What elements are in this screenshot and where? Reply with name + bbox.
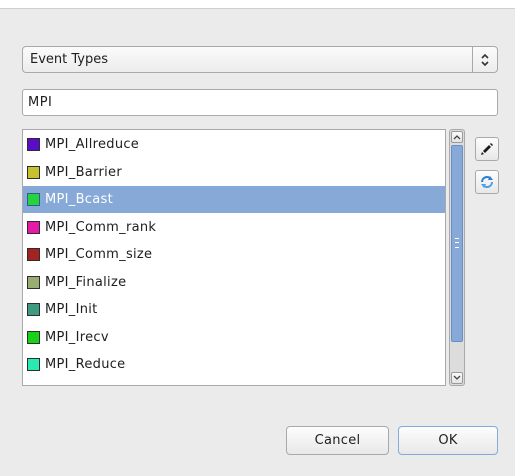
filter-field[interactable] xyxy=(22,89,498,116)
event-list-scrollbar[interactable] xyxy=(449,129,465,386)
event-list-item-label: MPI_Finalize xyxy=(45,274,127,290)
event-list-item-label: MPI_Send xyxy=(45,385,110,386)
scroll-grip xyxy=(455,238,459,248)
color-swatch xyxy=(27,165,40,179)
pencil-icon xyxy=(481,143,493,155)
color-swatch xyxy=(27,303,40,316)
event-list-item[interactable]: MPI_Bcast xyxy=(23,186,445,213)
event-list-item-label: MPI_Init xyxy=(45,302,98,317)
event-list-item[interactable]: MPI_Send xyxy=(23,379,445,387)
event-list-item[interactable]: MPI_Irecv xyxy=(23,324,445,351)
scroll-thumb[interactable] xyxy=(451,145,463,342)
event-type-select[interactable]: Event Types xyxy=(22,46,498,73)
edit-color-button[interactable] xyxy=(475,137,499,161)
reset-colors-button[interactable] xyxy=(475,170,499,194)
color-swatch xyxy=(27,358,40,371)
color-swatch xyxy=(27,193,40,206)
event-list-item-label: MPI_Allreduce xyxy=(45,137,140,152)
event-list-item[interactable]: MPI_Allreduce xyxy=(23,131,445,158)
color-swatch xyxy=(27,248,40,261)
dialog-top-edge xyxy=(0,0,515,9)
color-swatch xyxy=(27,386,40,387)
event-list-item[interactable]: MPI_Reduce xyxy=(23,351,445,378)
filter-input[interactable] xyxy=(23,90,488,115)
up-down-chevron-icon xyxy=(472,47,497,72)
refresh-icon xyxy=(481,176,493,188)
event-list-item-label: MPI_Bcast xyxy=(45,192,113,207)
chevron-down-icon xyxy=(453,375,461,380)
event-list-item[interactable]: MPI_Barrier xyxy=(23,159,445,186)
event-list-item-label: MPI_Irecv xyxy=(45,329,109,345)
event-list-item-label: MPI_Barrier xyxy=(45,164,122,180)
event-list-item-label: MPI_Comm_rank xyxy=(45,219,157,235)
scroll-up-button[interactable] xyxy=(451,131,463,143)
event-list-item[interactable]: MPI_Comm_size xyxy=(23,241,445,268)
color-swatch xyxy=(27,275,40,289)
event-list-item[interactable]: MPI_Finalize xyxy=(23,269,445,296)
event-list-item[interactable]: MPI_Comm_rank xyxy=(23,214,445,241)
event-list[interactable]: MPI_Allreduce MPI_Barrier MPI_Bcast MPI_Com… xyxy=(22,129,446,386)
event-type-select-value: Event Types xyxy=(30,52,109,67)
event-list-item-label: MPI_Comm_size xyxy=(45,247,153,262)
scroll-down-button[interactable] xyxy=(451,372,463,384)
ok-button[interactable]: OK xyxy=(398,426,498,455)
color-swatch xyxy=(27,138,40,151)
event-list-item-label: MPI_Reduce xyxy=(45,357,126,372)
color-swatch xyxy=(27,330,40,344)
cancel-button[interactable]: Cancel xyxy=(286,426,389,455)
event-list-item[interactable]: MPI_Init xyxy=(23,296,445,323)
chevron-up-icon xyxy=(453,135,461,140)
color-swatch xyxy=(27,220,40,234)
